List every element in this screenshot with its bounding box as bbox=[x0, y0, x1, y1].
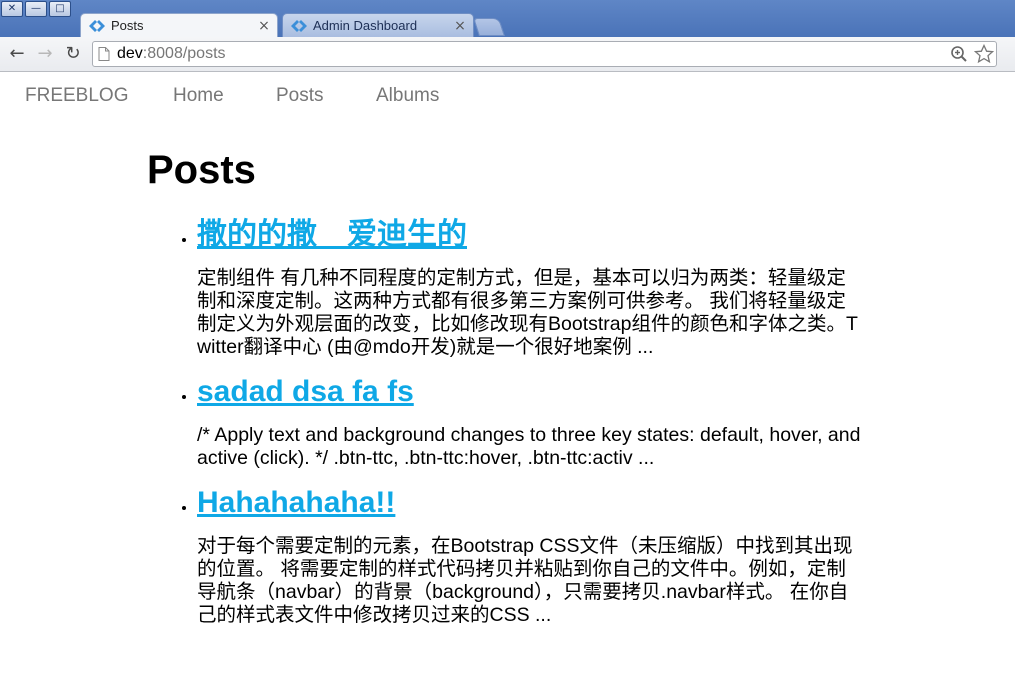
bookmark-star-icon[interactable] bbox=[974, 44, 994, 64]
minimize-window-button[interactable]: — bbox=[25, 1, 47, 17]
tab-title: Admin Dashboard bbox=[313, 18, 418, 33]
post-excerpt: 定制组件 有几种不同程度的定制方式，但是，基本可以归为两类：轻量级定制和深度定制… bbox=[197, 267, 858, 358]
site-navbar: FREEBLOG Home Posts Albums bbox=[0, 72, 1015, 120]
post-item: Hahahahaha!! 对于每个需要定制的元素，在Bootstrap CSS文… bbox=[197, 483, 867, 627]
new-tab-button[interactable] bbox=[473, 18, 505, 36]
main-content: Posts 撒的的撒 爱迪生的 定制组件 有几种不同程度的定制方式，但是，基本可… bbox=[147, 140, 867, 627]
tab-close-icon[interactable]: × bbox=[453, 18, 467, 34]
reload-icon[interactable]: ↻ bbox=[62, 43, 84, 65]
nav-item-home[interactable]: Home bbox=[173, 85, 224, 107]
post-title-link[interactable]: Hahahahaha!! bbox=[197, 483, 395, 523]
post-excerpt: 对于每个需要定制的元素，在Bootstrap CSS文件（未压缩版）中找到其出现… bbox=[197, 535, 853, 626]
favicon-icon bbox=[89, 19, 105, 33]
address-bar[interactable]: dev:8008/posts bbox=[92, 41, 997, 67]
url-text: dev:8008/posts bbox=[117, 45, 226, 62]
tab-title: Posts bbox=[111, 18, 144, 33]
maximize-window-button[interactable]: □ bbox=[49, 1, 71, 17]
post-item: sadad dsa fa fs /* Apply text and backgr… bbox=[197, 372, 867, 470]
post-item: 撒的的撒 爱迪生的 定制组件 有几种不同程度的定制方式，但是，基本可以归为两类：… bbox=[197, 215, 867, 359]
forward-arrow-icon[interactable]: → bbox=[34, 43, 56, 65]
close-window-button[interactable]: ✕ bbox=[1, 1, 23, 17]
tab-posts[interactable]: Posts × bbox=[80, 13, 278, 37]
favicon-icon bbox=[291, 19, 307, 33]
nav-item-albums[interactable]: Albums bbox=[376, 85, 439, 107]
zoom-icon[interactable] bbox=[950, 45, 968, 63]
post-excerpt: /* Apply text and background changes to … bbox=[197, 424, 861, 469]
post-title-link[interactable]: sadad dsa fa fs bbox=[197, 372, 414, 412]
window-controls: ✕ — □ bbox=[1, 1, 71, 17]
browser-toolbar: ← → ↻ dev:8008/posts bbox=[0, 37, 1015, 72]
tab-close-icon[interactable]: × bbox=[257, 18, 271, 34]
page-icon bbox=[98, 47, 110, 61]
nav-item-posts[interactable]: Posts bbox=[276, 85, 324, 107]
brand-link[interactable]: FREEBLOG bbox=[25, 85, 128, 107]
browser-titlebar: ✕ — □ Posts × Admin Dashboard × bbox=[0, 0, 1015, 37]
back-arrow-icon[interactable]: ← bbox=[6, 43, 28, 65]
tab-admin-dashboard[interactable]: Admin Dashboard × bbox=[282, 13, 474, 37]
post-title-link[interactable]: 撒的的撒 爱迪生的 bbox=[197, 215, 467, 255]
post-list: 撒的的撒 爱迪生的 定制组件 有几种不同程度的定制方式，但是，基本可以归为两类：… bbox=[147, 215, 867, 627]
page-title: Posts bbox=[147, 148, 256, 192]
